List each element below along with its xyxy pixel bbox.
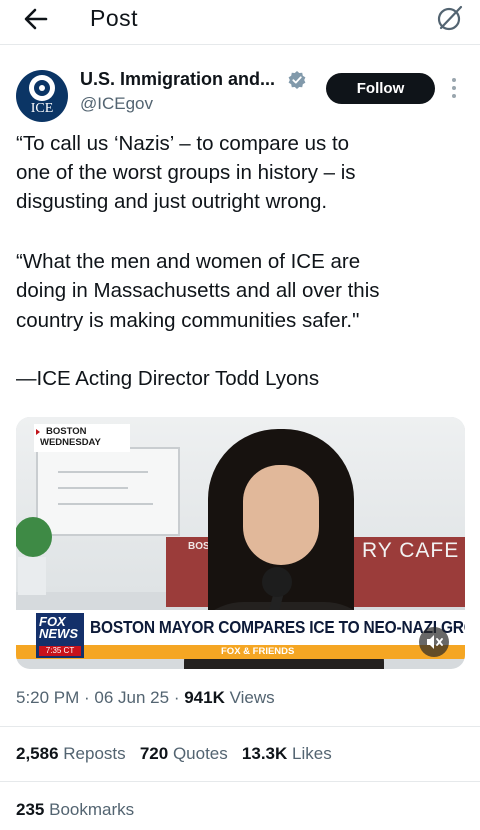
- post-time: 5:20 PM: [16, 688, 80, 707]
- likes-label: Likes: [292, 744, 332, 763]
- whiteboard: [36, 447, 180, 536]
- location-tag: BOSTON WEDNESDAY: [34, 424, 130, 452]
- chyron-headline: BOSTON MAYOR COMPARES ICE TO NEO-NAZI GR…: [90, 618, 465, 638]
- post-text-line: “To call us ‘Nazis’ – to compare us to: [16, 132, 350, 155]
- speaker-face: [243, 465, 319, 565]
- quotes-stat[interactable]: 720 Quotes: [140, 744, 228, 763]
- background-sign-text: BOS: [188, 541, 210, 552]
- network-logo: FOX NEWS 7:35 CT: [36, 613, 84, 658]
- follow-button[interactable]: Follow: [326, 73, 435, 104]
- back-arrow-icon[interactable]: [22, 6, 50, 32]
- reposts-stat[interactable]: 2,586 Reposts: [16, 744, 126, 763]
- video-player[interactable]: BOS RY CAFE BOSTON WEDNESDAY BOSTON MAYO…: [16, 417, 465, 669]
- mute-icon[interactable]: [419, 627, 449, 657]
- post-text-line: country is making communities safer.": [16, 309, 360, 332]
- more-options-icon[interactable]: [452, 78, 456, 98]
- likes-count: 13.3K: [241, 744, 288, 763]
- post-text-line: “What the men and women of ICE are: [16, 250, 361, 273]
- meta-divider: [0, 726, 480, 727]
- engagement-stats: 2,586 Reposts 720 Quotes 13.3K Likes: [16, 744, 332, 764]
- quotes-label: Quotes: [172, 744, 228, 763]
- post-date: 06 Jun 25: [94, 688, 170, 707]
- plant-pot: [18, 557, 46, 595]
- reposts-label: Reposts: [63, 744, 126, 763]
- post-text-line: disgusting and just outright wrong.: [16, 190, 328, 213]
- post-attribution: —ICE Acting Director Todd Lyons: [16, 367, 320, 390]
- top-bar: Post: [0, 0, 480, 40]
- slashed-circle-icon[interactable]: [436, 4, 464, 32]
- post-text-line: doing in Massachusetts and all over this: [16, 279, 380, 302]
- seal-icon: [29, 75, 55, 101]
- post-text-line: one of the worst groups in history – is: [16, 161, 356, 184]
- bookmarks-label: Bookmarks: [49, 800, 135, 819]
- microphone-icon: [262, 567, 292, 597]
- verified-badge-icon[interactable]: [287, 70, 307, 90]
- views-count: 941K: [184, 688, 225, 707]
- post-meta: 5:20 PM · 06 Jun 25 · 941K Views: [16, 688, 275, 707]
- header-divider: [0, 44, 480, 45]
- cafe-sign-text: RY CAFE: [362, 539, 460, 562]
- views-label: Views: [229, 688, 275, 707]
- quotes-count: 720: [139, 744, 169, 763]
- page-title: Post: [90, 5, 139, 31]
- reposts-count: 2,586: [16, 744, 59, 763]
- bookmarks-stat[interactable]: 235 Bookmarks: [16, 800, 134, 820]
- location-tag-line1: BOSTON: [46, 426, 87, 437]
- bookmarks-count: 235: [16, 800, 45, 819]
- show-name: FOX & FRIENDS: [221, 646, 295, 657]
- author-display-name[interactable]: U.S. Immigration and...: [80, 69, 275, 90]
- avatar-label: ICE: [30, 101, 54, 116]
- network-logo-text: FOX NEWS: [39, 614, 78, 641]
- avatar[interactable]: ICE: [16, 70, 68, 122]
- stats-divider: [0, 781, 480, 782]
- author-handle[interactable]: @ICEgov: [80, 94, 153, 114]
- likes-stat[interactable]: 13.3K Likes: [242, 744, 332, 763]
- broadcast-time: 7:35 CT: [39, 646, 81, 656]
- location-tag-line2: WEDNESDAY: [40, 437, 101, 448]
